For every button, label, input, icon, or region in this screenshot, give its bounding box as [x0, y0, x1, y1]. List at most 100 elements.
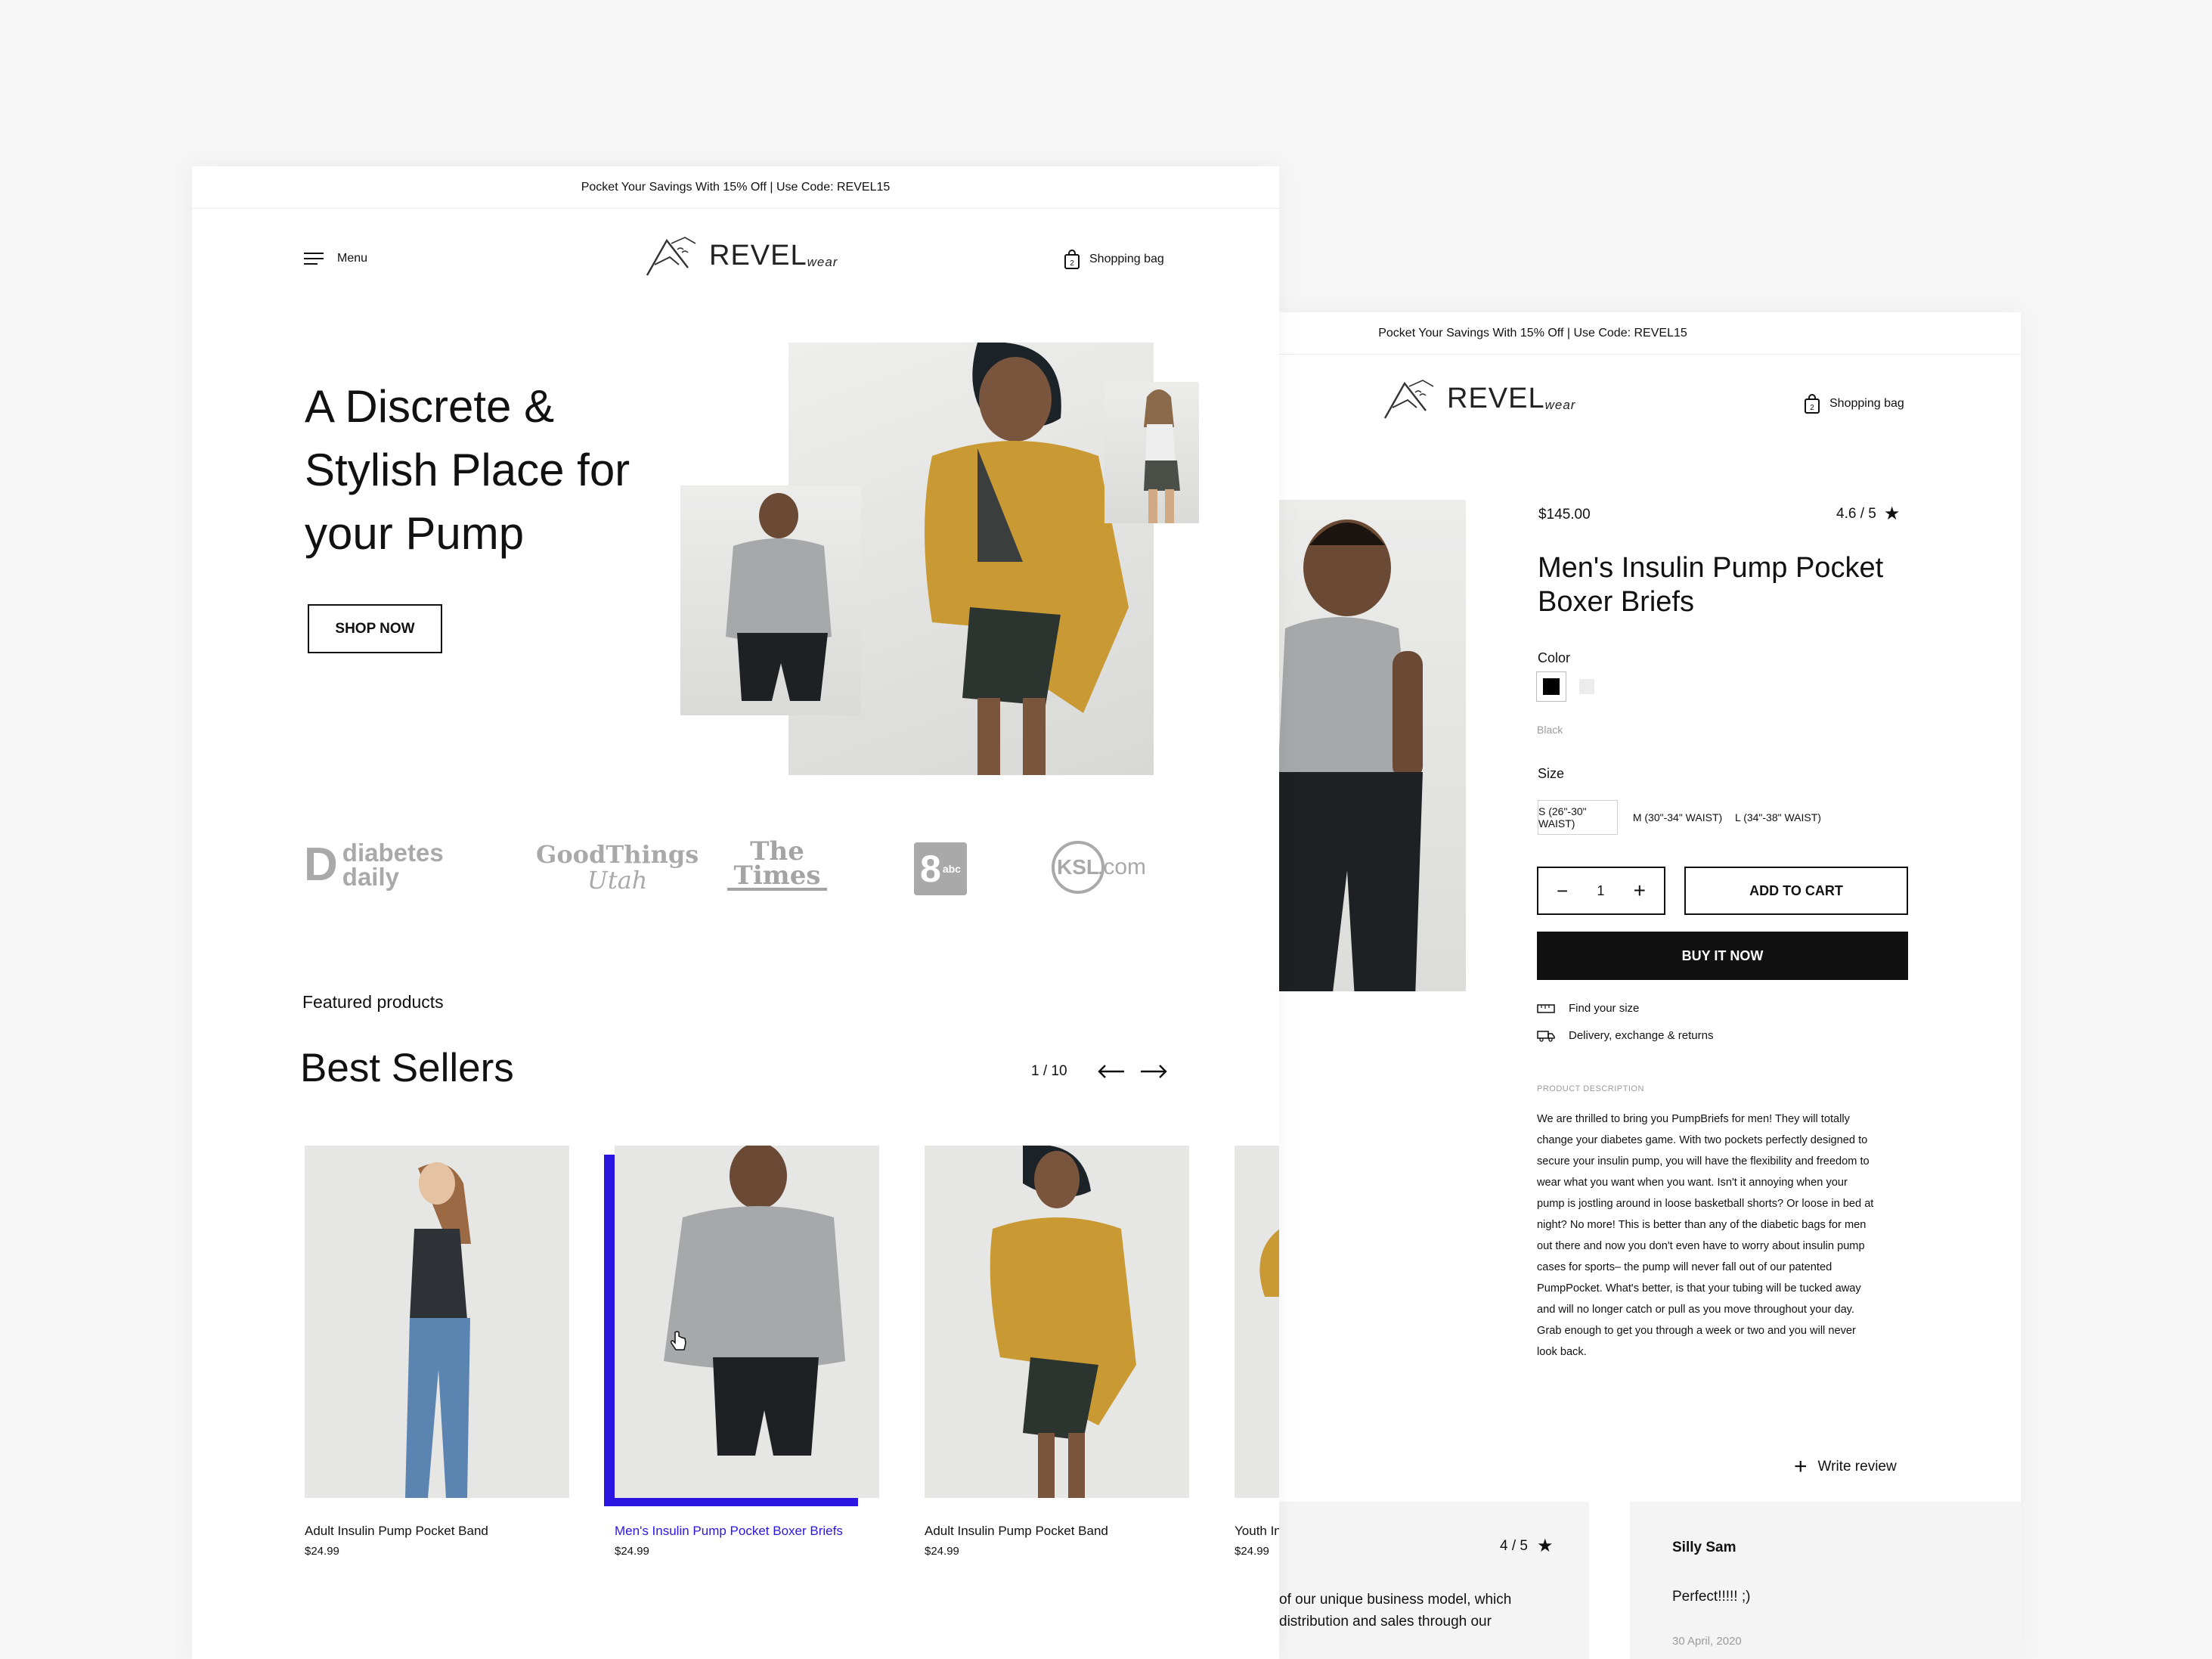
swatch-fill-white — [1579, 679, 1594, 694]
size-label: Size — [1538, 766, 1565, 781]
color-swatch-white[interactable] — [1576, 676, 1597, 697]
shopping-bag-button[interactable]: 2 Shopping bag — [1064, 250, 1164, 269]
promo-text: Pocket Your Savings With 15% Off | Use C… — [581, 180, 891, 194]
review-text: of our unique business model, which dist… — [1279, 1589, 1511, 1633]
description-line: out there and now you don't even have to… — [1537, 1240, 1865, 1252]
shopping-bag-icon: 2 — [1805, 394, 1820, 414]
arrow-right-icon — [1141, 1065, 1167, 1078]
star-icon: ★ — [1883, 504, 1901, 524]
shop-now-button[interactable]: SHOP NOW — [308, 604, 442, 653]
review-card: Silly Sam Perfect!!!!! ;) 30 April, 2020 — [1630, 1502, 2021, 1659]
size-option-m[interactable]: M (30"-34" WAIST) — [1628, 800, 1727, 835]
shopping-bag-button[interactable]: 2 Shopping bag — [1804, 394, 1904, 414]
color-label: Color — [1538, 650, 1571, 665]
product-page-panel: Pocket Your Savings With 15% Off | Use C… — [1279, 312, 2021, 1659]
star-icon: ★ — [1536, 1536, 1554, 1556]
description-line: and will no longer catch or pull as you … — [1537, 1304, 1854, 1316]
menu-label: Menu — [337, 252, 368, 265]
product-description: We are thrilled to bring you PumpBriefs … — [1537, 1109, 1930, 1363]
promo-bar: Pocket Your Savings With 15% Off | Use C… — [192, 166, 1279, 209]
product-card-title[interactable]: Adult Insulin Pump Pocket Band — [305, 1524, 488, 1539]
size-option-s[interactable]: S (26"-30" WAIST) — [1538, 800, 1618, 835]
review-author: Silly Sam — [1672, 1540, 1736, 1555]
press-logo-ksl: KSL .com — [1052, 841, 1146, 894]
bag-count: 2 — [1810, 404, 1814, 412]
carousel-next-button[interactable] — [1139, 1064, 1168, 1083]
find-your-size-link[interactable]: Find your size — [1537, 1002, 1639, 1015]
product-price: $145.00 — [1538, 507, 1591, 523]
hero-woman-small-photo — [1104, 382, 1199, 523]
product-card-title[interactable]: Men's Insulin Pump Pocket Boxer Briefs — [615, 1524, 843, 1539]
shopping-bag-label: Shopping bag — [1089, 253, 1164, 265]
review-date: 30 April, 2020 — [1672, 1635, 1742, 1648]
carousel-pager: 1 / 10 — [1031, 1063, 1067, 1079]
woman-mustard-dress-photo — [990, 1146, 1136, 1498]
product-card-title[interactable]: Adult Insulin Pump Pocket Band — [925, 1524, 1108, 1539]
arrow-left-icon — [1098, 1065, 1124, 1078]
description-line: cases for sports– the pump will never fa… — [1537, 1261, 1832, 1273]
find-your-size-label: Find your size — [1569, 1002, 1640, 1015]
product-title: Men's Insulin Pump Pocket Boxer Briefs — [1538, 551, 1883, 619]
diabetes-daily-wordmark: diabetes daily — [342, 839, 444, 891]
press-logo-the-times: The Times — [727, 839, 827, 891]
selected-color-name: Black — [1537, 724, 1563, 736]
logo-wordmark: REVELwear — [1447, 382, 1576, 414]
best-sellers-title: Best Sellers — [300, 1046, 514, 1090]
bag-count: 2 — [1070, 259, 1074, 268]
swatch-fill-black — [1543, 678, 1560, 695]
menu-button[interactable]: Menu — [304, 252, 367, 265]
product-card-image[interactable] — [1235, 1146, 1279, 1498]
site-logo[interactable]: REVELwear — [644, 234, 838, 277]
delivery-returns-link[interactable]: Delivery, exchange & returns — [1537, 1029, 1713, 1042]
description-line: secure your insulin pump, you will have … — [1537, 1155, 1870, 1168]
description-line: look back. — [1537, 1346, 1587, 1358]
hero-heading-line: Stylish Place for — [305, 445, 630, 495]
quantity-value[interactable]: 1 — [1597, 883, 1604, 899]
product-title-line: Boxer Briefs — [1538, 586, 1694, 618]
size-option-label: S (26"-30" WAIST) — [1538, 805, 1587, 830]
press-logo-abc8: 8 abc — [914, 842, 967, 895]
press-logo-good-things-utah: GoodThings Utah — [536, 840, 699, 895]
size-option-l[interactable]: L (34"-38" WAIST) — [1728, 800, 1828, 835]
size-option-label: L (34"-38" WAIST) — [1735, 811, 1821, 823]
description-line: PumpPocket. What's better, is that your … — [1537, 1282, 1861, 1295]
decrease-quantity-button[interactable]: − — [1557, 879, 1568, 903]
description-line: wear what you want when you want. Isn't … — [1537, 1177, 1848, 1189]
write-review-button[interactable]: + Write review — [1794, 1456, 1897, 1478]
product-card-price: $24.99 — [305, 1545, 339, 1558]
carousel-prev-button[interactable] — [1097, 1064, 1126, 1083]
size-option-label: M (30"-34" WAIST) — [1632, 811, 1723, 823]
product-card-image[interactable] — [925, 1146, 1189, 1498]
add-to-cart-button[interactable]: ADD TO CART — [1684, 867, 1908, 915]
description-line: change your diabetes game. With two pock… — [1537, 1134, 1868, 1146]
man-boxer-photo — [726, 493, 832, 701]
buy-it-now-button[interactable]: BUY IT NOW — [1537, 932, 1908, 980]
product-card-image[interactable] — [305, 1146, 569, 1498]
home-page-panel: Pocket Your Savings With 15% Off | Use C… — [192, 166, 1279, 1659]
delivery-truck-icon — [1537, 1030, 1555, 1042]
youth-photo — [1259, 1229, 1279, 1297]
hamburger-icon — [304, 253, 324, 265]
product-main-image[interactable] — [1279, 500, 1466, 991]
product-card-image[interactable] — [615, 1146, 879, 1498]
product-card-title[interactable]: Youth In — [1235, 1524, 1279, 1539]
review-rating-value: 4 / 5 — [1500, 1538, 1528, 1554]
mountain-logo-icon — [1383, 380, 1434, 419]
review-rating: 4 / 5 ★ — [1500, 1536, 1554, 1556]
review-text-line: of our unique business model, which — [1279, 1592, 1512, 1608]
shopping-bag-label: Shopping bag — [1829, 397, 1904, 410]
description-heading: PRODUCT DESCRIPTION — [1537, 1084, 1644, 1093]
delivery-returns-label: Delivery, exchange & returns — [1569, 1029, 1714, 1042]
quantity-stepper: − 1 + — [1537, 867, 1665, 915]
rating-value: 4.6 / 5 — [1836, 506, 1876, 522]
increase-quantity-button[interactable]: + — [1634, 879, 1646, 903]
hero-heading-line: your Pump — [305, 508, 525, 559]
diabetes-daily-mark: D — [304, 839, 338, 891]
press-logo-diabetes-daily: D diabetes daily — [304, 839, 444, 891]
site-logo[interactable]: REVELwear — [1382, 377, 1575, 420]
woman-shorts-photo — [1144, 389, 1180, 523]
product-rating: 4.6 / 5 ★ — [1836, 504, 1901, 524]
product-card-price: $24.99 — [615, 1545, 649, 1558]
woman-jeans-photo — [405, 1162, 471, 1498]
color-swatch-black[interactable] — [1536, 671, 1566, 702]
